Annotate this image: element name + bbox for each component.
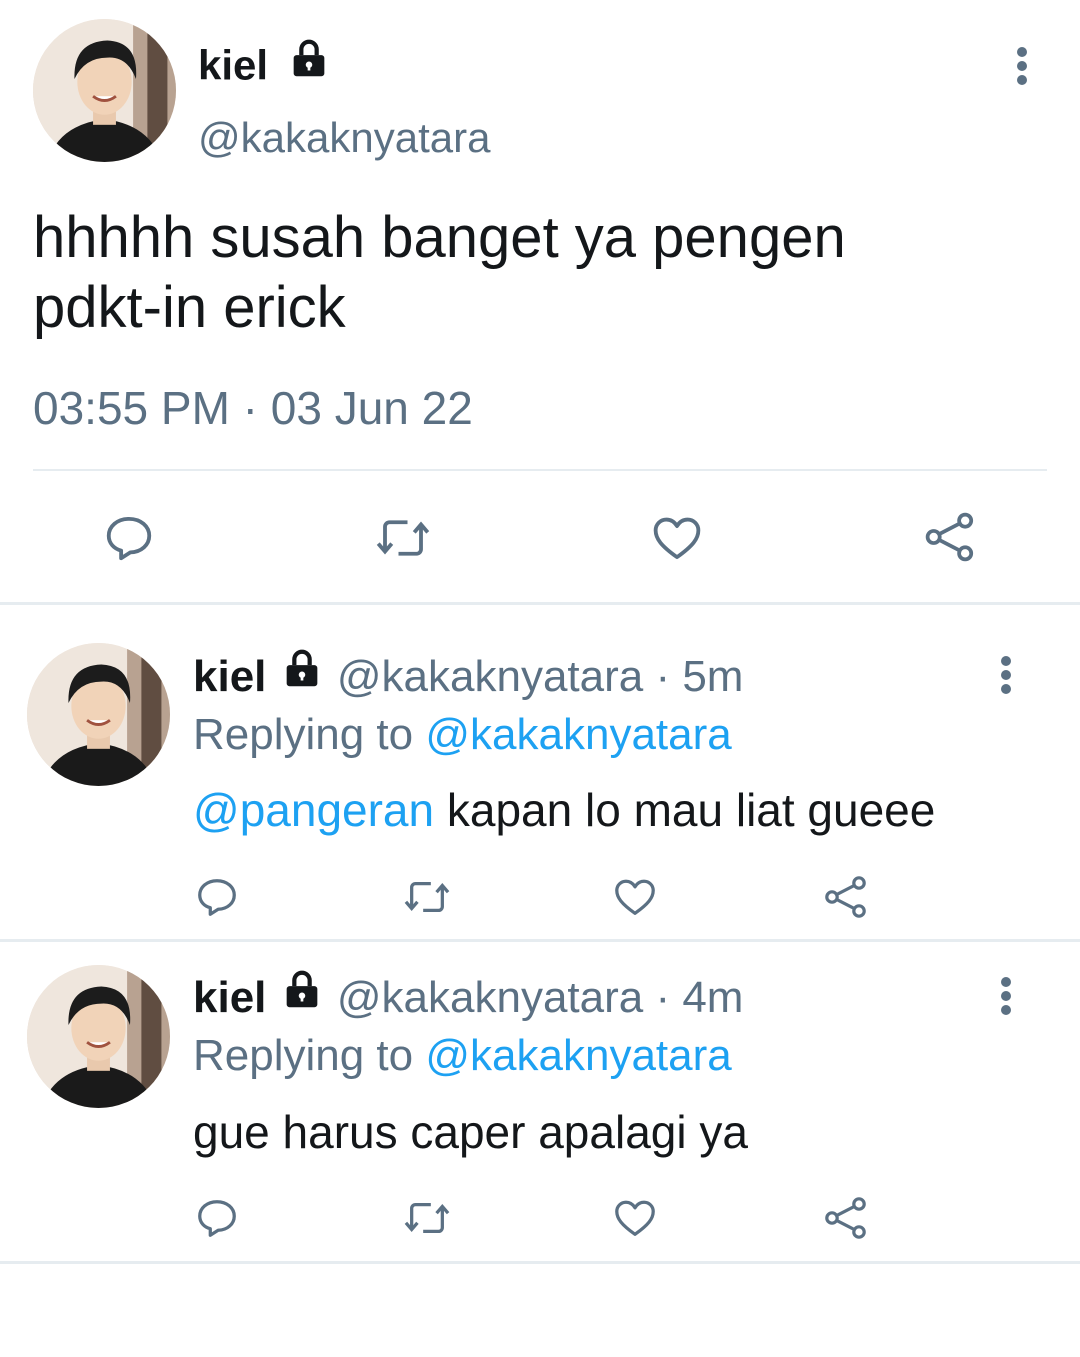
display-name[interactable]: kiel	[198, 39, 332, 97]
avatar[interactable]	[27, 965, 170, 1108]
reply-text: gue harus caper apalagi ya	[193, 1106, 748, 1158]
reply-header: kiel @kakaknyatara · 5m	[193, 649, 744, 709]
heart-icon[interactable]	[612, 874, 658, 920]
replying-to: Replying to @kakaknyatara	[193, 708, 732, 762]
lock-icon	[279, 646, 325, 705]
lock-icon	[286, 36, 332, 93]
replying-to: Replying to @kakaknyatara	[193, 1029, 732, 1083]
divider	[33, 469, 1047, 471]
more-vertical-icon[interactable]	[992, 655, 1020, 695]
divider	[0, 939, 1080, 942]
mention-link[interactable]: @pangeran	[193, 784, 434, 836]
tweet-text-line: pdkt-in erick	[33, 275, 346, 340]
retweet-icon[interactable]	[400, 1195, 454, 1241]
more-vertical-icon[interactable]	[1008, 46, 1036, 86]
avatar[interactable]	[27, 643, 170, 786]
lock-icon	[279, 967, 325, 1026]
heart-icon[interactable]	[612, 1195, 658, 1241]
more-vertical-icon[interactable]	[992, 976, 1020, 1016]
replying-to-label: Replying to	[193, 1031, 426, 1080]
retweet-icon[interactable]	[400, 874, 454, 920]
reply-icon[interactable]	[194, 1195, 240, 1241]
handle-time[interactable]: @kakaknyatara · 5m	[337, 652, 744, 701]
share-icon[interactable]	[922, 509, 978, 565]
reply-icon[interactable]	[194, 874, 240, 920]
divider	[0, 1261, 1080, 1264]
handle-time[interactable]: @kakaknyatara · 4m	[337, 973, 744, 1022]
replying-to-link[interactable]: @kakaknyatara	[425, 1031, 731, 1080]
handle[interactable]: @kakaknyatara	[198, 112, 490, 164]
heart-icon[interactable]	[650, 511, 704, 565]
replying-to-link[interactable]: @kakaknyatara	[425, 710, 731, 759]
reply-text-body: kapan lo mau liat gueee	[434, 784, 936, 836]
tweet-text-line: hhhhh susah banget ya pengen	[33, 205, 846, 270]
display-name[interactable]: kiel	[193, 652, 266, 701]
share-icon[interactable]	[822, 1194, 870, 1242]
avatar[interactable]	[33, 19, 176, 162]
retweet-icon[interactable]	[372, 511, 434, 565]
divider	[0, 602, 1080, 605]
reply-header: kiel @kakaknyatara · 4m	[193, 970, 744, 1030]
replying-to-label: Replying to	[193, 710, 426, 759]
reply-icon[interactable]	[102, 511, 156, 565]
share-icon[interactable]	[822, 873, 870, 921]
timestamp[interactable]: 03:55 PM · 03 Jun 22	[33, 380, 473, 436]
display-name[interactable]: kiel	[193, 973, 266, 1022]
display-name-text: kiel	[198, 41, 269, 89]
tweet-text: hhhhh susah banget ya pengen pdkt-in eri…	[33, 203, 846, 343]
reply-text: @pangeran kapan lo mau liat gueee	[193, 782, 935, 838]
